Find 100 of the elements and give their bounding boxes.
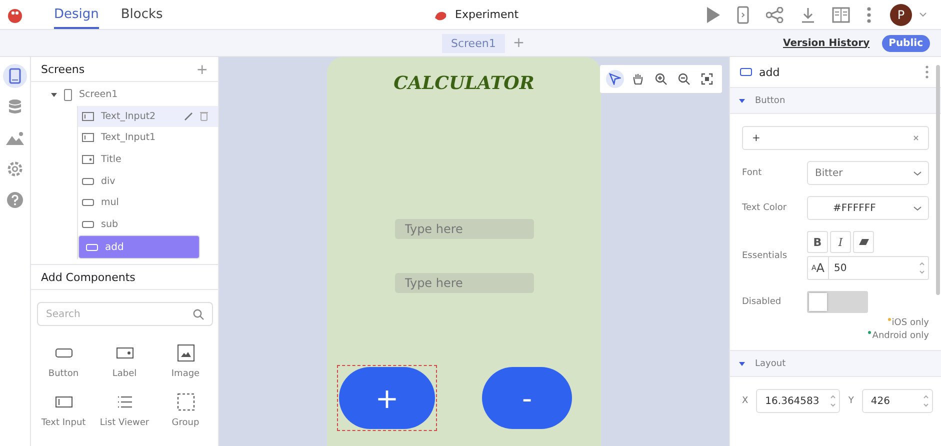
component-label: List Viewer bbox=[100, 418, 150, 428]
component-tile[interactable]: Label bbox=[94, 344, 155, 379]
component-tile[interactable]: List Viewer bbox=[94, 393, 155, 428]
component-label: Label bbox=[112, 369, 137, 379]
input-component-icon bbox=[82, 133, 94, 142]
chevron-icon bbox=[913, 206, 922, 210]
public-button[interactable]: Public bbox=[882, 34, 930, 52]
text-input[interactable]: Type here bbox=[394, 273, 534, 293]
font-dropdown[interactable]: Bitter bbox=[807, 161, 929, 185]
property-label: Disabled bbox=[742, 297, 782, 307]
caret-icon[interactable] bbox=[919, 12, 927, 17]
scrollbar[interactable] bbox=[936, 65, 940, 295]
phone-icon bbox=[64, 88, 72, 101]
book-icon[interactable] bbox=[832, 6, 850, 22]
image-component-icon bbox=[176, 344, 194, 362]
calculator-button[interactable]: - bbox=[480, 365, 574, 431]
download-icon[interactable] bbox=[801, 6, 815, 22]
panel-title: Screens bbox=[41, 63, 85, 76]
play-icon[interactable] bbox=[706, 6, 720, 22]
tree-label: add bbox=[105, 242, 125, 253]
user-avatar[interactable]: P bbox=[890, 4, 912, 26]
add-screen-button[interactable]: + bbox=[196, 64, 208, 76]
eraser-icon bbox=[858, 239, 868, 245]
clear-icon[interactable] bbox=[913, 135, 919, 141]
tree-item[interactable]: Title bbox=[78, 148, 218, 170]
italic-button[interactable]: I bbox=[830, 231, 851, 253]
edit-icon[interactable] bbox=[184, 112, 193, 121]
tree-label: Title bbox=[101, 154, 122, 166]
component-label: Button bbox=[48, 369, 79, 379]
add-screen-button[interactable]: + bbox=[512, 35, 525, 51]
expand-icon[interactable] bbox=[739, 360, 745, 366]
component-label: Text Input bbox=[41, 418, 86, 428]
component-label: Group bbox=[172, 418, 200, 428]
x-field[interactable]: 16.364583 bbox=[756, 389, 840, 413]
more-icon[interactable] bbox=[925, 65, 929, 79]
tree-item[interactable]: Text_Input2 bbox=[78, 106, 218, 128]
more-icon[interactable] bbox=[867, 6, 871, 22]
search-field[interactable]: Search bbox=[37, 302, 213, 326]
component-tile[interactable]: Button bbox=[33, 344, 94, 379]
component-tile[interactable]: Group bbox=[155, 393, 216, 428]
bold-button[interactable]: B bbox=[807, 231, 828, 253]
tree-label: div bbox=[101, 176, 116, 187]
color-dropdown[interactable]: #FFFFFF bbox=[807, 196, 929, 220]
field-value: + bbox=[752, 132, 760, 144]
app-title: CALCULATOR bbox=[394, 73, 534, 94]
component-name: add bbox=[759, 66, 781, 78]
text-field[interactable]: + bbox=[742, 126, 929, 150]
tree-item[interactable]: Text_Input1 bbox=[78, 127, 218, 149]
tree-item[interactable]: add bbox=[78, 235, 200, 260]
screen-tab[interactable]: Screen1 bbox=[442, 34, 505, 52]
stepper-icon[interactable] bbox=[923, 394, 929, 408]
search-icon bbox=[193, 308, 204, 320]
property-label: X bbox=[742, 396, 748, 406]
version-history-link[interactable]: Version History bbox=[783, 38, 870, 48]
tree-label: Screen1 bbox=[79, 89, 118, 100]
mode-tab[interactable]: Blocks bbox=[120, 0, 163, 29]
platform-note: Android only bbox=[742, 331, 929, 341]
tree-label: sub bbox=[101, 218, 120, 230]
section-header[interactable]: Layout bbox=[730, 350, 941, 377]
text-input[interactable]: Type here bbox=[394, 219, 534, 239]
tree-item[interactable]: Screen1 bbox=[51, 84, 218, 106]
component-label: Image bbox=[171, 369, 200, 379]
tree-label: Text_Input2 bbox=[101, 110, 157, 122]
button-component-icon bbox=[82, 220, 94, 229]
delete-icon[interactable] bbox=[200, 111, 208, 122]
button-component-icon bbox=[82, 176, 94, 186]
section-title: Button bbox=[755, 96, 786, 106]
group-component-icon bbox=[176, 393, 194, 411]
button-component-icon bbox=[740, 68, 752, 76]
project-name: Experiment bbox=[455, 8, 519, 21]
section-title: Layout bbox=[755, 358, 786, 368]
phone-icon[interactable] bbox=[3, 64, 27, 88]
property-label: Text Color bbox=[742, 203, 787, 213]
stepper-icon[interactable] bbox=[919, 261, 925, 275]
panel-title: Add Components bbox=[31, 264, 218, 290]
property-label: Essentials bbox=[742, 250, 788, 260]
section-header[interactable]: Button bbox=[730, 88, 941, 114]
tree-item[interactable]: mul bbox=[78, 192, 218, 214]
property-label: Font bbox=[742, 168, 762, 178]
calculator-button[interactable]: + bbox=[337, 365, 437, 431]
label-component-icon bbox=[82, 155, 94, 164]
property-label: Y bbox=[848, 396, 854, 406]
tree-label: mul bbox=[101, 197, 120, 208]
y-field[interactable]: 426 bbox=[862, 389, 933, 413]
platform-note: iOS only bbox=[742, 318, 929, 328]
tree-item[interactable]: div bbox=[78, 170, 218, 192]
component-tile[interactable]: Image bbox=[155, 344, 216, 379]
phone-icon[interactable] bbox=[737, 6, 749, 24]
button-component-icon bbox=[86, 242, 98, 252]
tree-item[interactable]: sub bbox=[78, 214, 218, 236]
expand-icon[interactable] bbox=[739, 98, 745, 104]
button-component-icon bbox=[82, 198, 94, 208]
component-tile[interactable]: Text Input bbox=[33, 393, 94, 428]
share-icon[interactable] bbox=[766, 6, 784, 22]
stepper-icon[interactable] bbox=[830, 394, 836, 408]
expand-icon[interactable] bbox=[51, 92, 57, 98]
search-input[interactable]: Search bbox=[46, 303, 193, 325]
eraser-button[interactable] bbox=[853, 231, 874, 253]
pointer-tool-icon[interactable] bbox=[606, 70, 624, 88]
chevron-icon bbox=[913, 170, 922, 176]
